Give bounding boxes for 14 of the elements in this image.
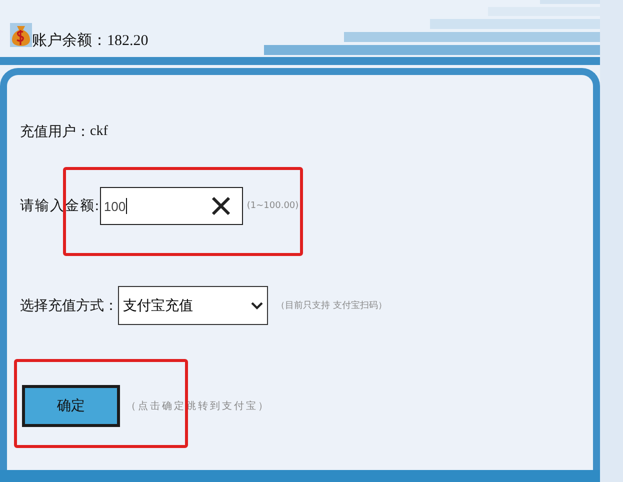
money-bag-icon [10, 23, 32, 47]
amount-hint: (1~100.00) [246, 201, 299, 211]
method-label: 选择充值方式： [20, 297, 118, 314]
user-label: 充值用户： [20, 123, 90, 141]
clear-icon[interactable] [210, 196, 231, 216]
balance-amount: 182.20 [107, 32, 148, 51]
confirm-button[interactable]: 确定 [22, 385, 120, 427]
payment-method-dropdown[interactable]: 支付宝充值 [118, 286, 268, 325]
method-hint: （目前只支持 支付宝扫码） [276, 300, 387, 312]
chevron-down-icon [251, 302, 263, 310]
balance-label: 账户余额： [32, 32, 107, 51]
user-name: ckf [90, 124, 108, 140]
amount-field[interactable]: 100 [100, 187, 243, 225]
amount-label: 请输入金额: [20, 197, 100, 215]
